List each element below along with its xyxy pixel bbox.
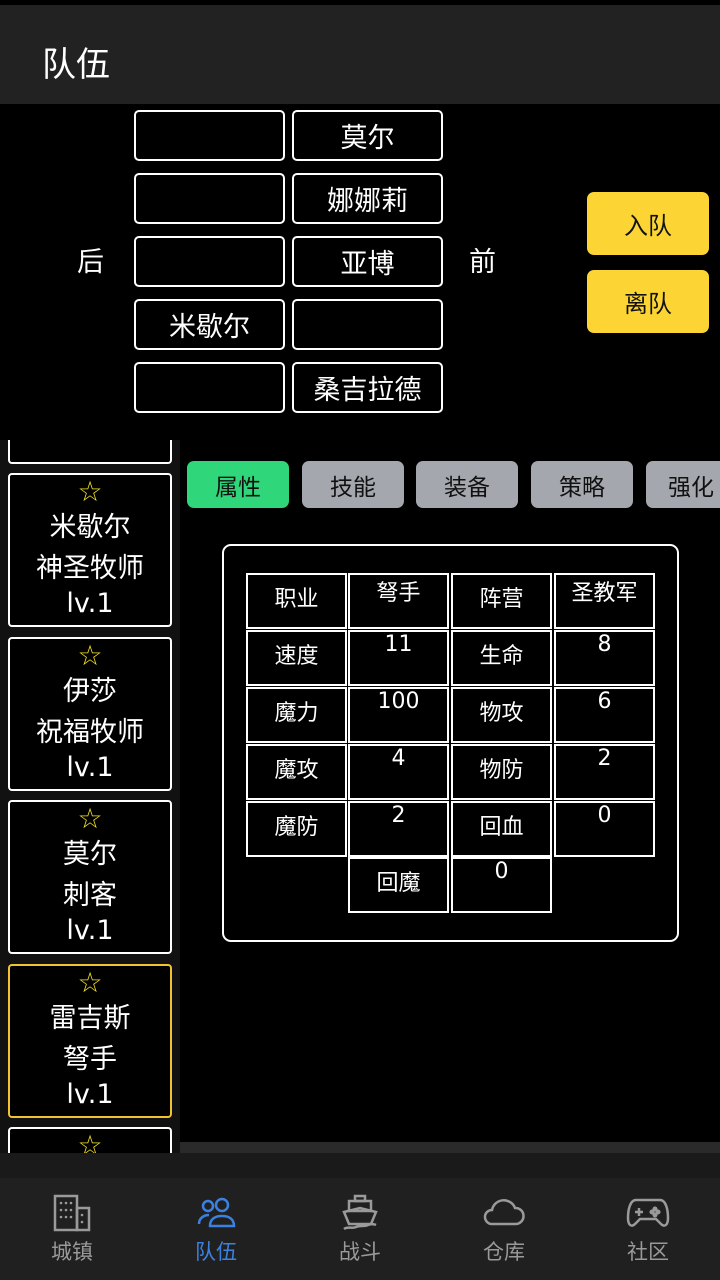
tab-strategy[interactable]: 策略 bbox=[531, 461, 633, 508]
hero-card[interactable]: ☆ bbox=[8, 1127, 172, 1153]
stat-value: 2 bbox=[554, 744, 655, 800]
stat-value: 11 bbox=[348, 630, 449, 686]
stat-label: 职业 bbox=[246, 573, 347, 629]
hero-name: 伊莎 bbox=[63, 676, 117, 707]
stat-label: 物防 bbox=[451, 744, 552, 800]
hero-level: lv.1 bbox=[66, 1079, 114, 1110]
nav-label: 社区 bbox=[627, 1240, 669, 1264]
star-icon: ☆ bbox=[77, 1129, 103, 1154]
nav-community[interactable]: 社区 bbox=[576, 1178, 720, 1280]
stat-label: 物攻 bbox=[451, 687, 552, 743]
stat-value: 8 bbox=[554, 630, 655, 686]
stat-value: 弩手 bbox=[348, 573, 449, 629]
hero-level: lv.1 bbox=[66, 915, 114, 946]
stat-value: 0 bbox=[554, 801, 655, 857]
city-icon bbox=[53, 1194, 91, 1232]
stat-label: 阵营 bbox=[451, 573, 552, 629]
hero-class: 神圣牧师 bbox=[36, 553, 144, 584]
star-icon: ☆ bbox=[77, 802, 103, 835]
hero-card[interactable]: ☆ 莫尔 刺客 lv.1 bbox=[8, 800, 172, 954]
front-slot[interactable] bbox=[292, 299, 443, 350]
hero-level: lv.1 bbox=[66, 752, 114, 783]
back-label: 后 bbox=[77, 247, 104, 278]
header: 队伍 bbox=[0, 5, 720, 104]
stat-label: 生命 bbox=[451, 630, 552, 686]
hero-card-selected[interactable]: ☆ 雷吉斯 弩手 lv.1 bbox=[8, 964, 172, 1118]
stat-value: 圣教军 bbox=[554, 573, 655, 629]
stat-value: 100 bbox=[348, 687, 449, 743]
stat-label: 魔防 bbox=[246, 801, 347, 857]
hero-name: 雷吉斯 bbox=[49, 1003, 131, 1034]
team-icon bbox=[197, 1197, 236, 1228]
nav-label: 城镇 bbox=[51, 1240, 93, 1264]
stat-label: 回魔 bbox=[348, 857, 449, 913]
nav-team[interactable]: 队伍 bbox=[144, 1178, 288, 1280]
ship-icon bbox=[342, 1194, 378, 1231]
nav-label: 队伍 bbox=[195, 1240, 237, 1264]
front-slot[interactable]: 莫尔 bbox=[292, 110, 443, 161]
hero-list[interactable]: .... ☆ 米歇尔 神圣牧师 lv.1 ☆ 伊莎 祝福牧师 lv.1 ☆ 莫尔… bbox=[0, 440, 180, 1153]
nav-warehouse[interactable]: 仓库 bbox=[432, 1178, 576, 1280]
back-slot[interactable] bbox=[134, 362, 285, 413]
star-icon: ☆ bbox=[77, 639, 103, 672]
stat-value: 6 bbox=[554, 687, 655, 743]
hero-class: 弩手 bbox=[63, 1044, 117, 1075]
hero-card[interactable]: ☆ 伊莎 祝福牧师 lv.1 bbox=[8, 637, 172, 791]
page-title: 队伍 bbox=[42, 45, 110, 85]
front-label: 前 bbox=[469, 247, 496, 278]
back-slot[interactable] bbox=[134, 110, 285, 161]
hero-card[interactable]: .... bbox=[8, 440, 172, 464]
star-icon: ☆ bbox=[77, 475, 103, 508]
tab-attributes[interactable]: 属性 bbox=[187, 461, 289, 508]
stat-label: 速度 bbox=[246, 630, 347, 686]
stat-label: 魔攻 bbox=[246, 744, 347, 800]
hero-level: lv.1 bbox=[66, 588, 114, 619]
hero-name: 莫尔 bbox=[63, 839, 117, 870]
front-slot[interactable]: 亚博 bbox=[292, 236, 443, 287]
stat-label: 回血 bbox=[451, 801, 552, 857]
tab-skills[interactable]: 技能 bbox=[302, 461, 404, 508]
nav-city[interactable]: 城镇 bbox=[0, 1178, 144, 1280]
hero-class: 刺客 bbox=[63, 880, 117, 911]
divider bbox=[0, 1153, 720, 1178]
horizontal-scrollbar[interactable] bbox=[180, 1142, 720, 1153]
nav-label: 仓库 bbox=[483, 1240, 525, 1264]
stat-value: 0 bbox=[451, 857, 552, 913]
back-slot[interactable]: 米歇尔 bbox=[134, 299, 285, 350]
star-icon: ☆ bbox=[77, 966, 103, 999]
hero-name: 米歇尔 bbox=[49, 512, 131, 543]
front-slot[interactable]: 桑吉拉德 bbox=[292, 362, 443, 413]
nav-battle[interactable]: 战斗 bbox=[288, 1178, 432, 1280]
nav-label: 战斗 bbox=[339, 1240, 381, 1264]
tab-equipment[interactable]: 装备 bbox=[416, 461, 518, 508]
stat-value: 4 bbox=[348, 744, 449, 800]
bottom-nav: 城镇 队伍 战斗 仓库 社区 bbox=[0, 1178, 720, 1280]
leave-team-button[interactable]: 离队 bbox=[587, 270, 709, 333]
stat-value: 2 bbox=[348, 801, 449, 857]
tab-enhance[interactable]: 强化 bbox=[646, 461, 720, 508]
gamepad-icon bbox=[626, 1198, 670, 1227]
back-slot[interactable] bbox=[134, 236, 285, 287]
join-team-button[interactable]: 入队 bbox=[587, 192, 709, 255]
front-slot[interactable]: 娜娜莉 bbox=[292, 173, 443, 224]
back-slot[interactable] bbox=[134, 173, 285, 224]
cloud-icon bbox=[483, 1199, 525, 1226]
hero-card[interactable]: ☆ 米歇尔 神圣牧师 lv.1 bbox=[8, 473, 172, 627]
hero-class: 祝福牧师 bbox=[36, 717, 144, 748]
stat-label: 魔力 bbox=[246, 687, 347, 743]
